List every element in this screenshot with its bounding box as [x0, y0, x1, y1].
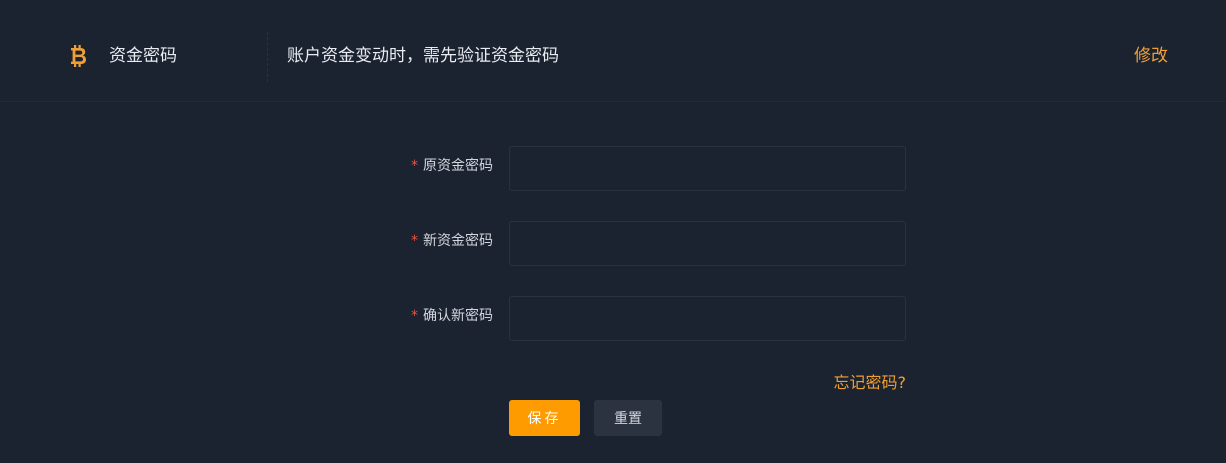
new-password-label: * 新资金密码 — [411, 221, 493, 266]
header-divider — [267, 32, 268, 82]
old-password-label-text: 原资金密码 — [423, 158, 493, 174]
form-row-old-password: * 原资金密码 — [0, 146, 1226, 191]
confirm-password-input[interactable] — [509, 296, 906, 341]
new-password-input[interactable] — [509, 221, 906, 266]
form-row-new-password: * 新资金密码 — [0, 221, 1226, 266]
section-description: 账户资金变动时，需先验证资金密码 — [287, 46, 559, 66]
edit-link[interactable]: 修改 — [1134, 44, 1168, 68]
required-mark: * — [411, 308, 418, 324]
fund-password-section-header: 资金密码 账户资金变动时，需先验证资金密码 修改 — [0, 0, 1226, 102]
old-password-label: * 原资金密码 — [411, 146, 493, 191]
bitcoin-icon — [71, 45, 86, 67]
required-mark: * — [411, 233, 418, 249]
section-title: 资金密码 — [109, 46, 177, 66]
reset-button[interactable]: 重置 — [594, 400, 662, 436]
required-mark: * — [411, 158, 418, 174]
confirm-password-label: * 确认新密码 — [411, 296, 493, 341]
confirm-password-label-text: 确认新密码 — [423, 308, 493, 324]
form-row-confirm-password: * 确认新密码 — [0, 296, 1226, 341]
new-password-label-text: 新资金密码 — [423, 233, 493, 249]
save-button[interactable]: 保存 — [509, 400, 580, 436]
forgot-password-link[interactable]: 忘记密码? — [834, 372, 907, 394]
old-password-input[interactable] — [509, 146, 906, 191]
